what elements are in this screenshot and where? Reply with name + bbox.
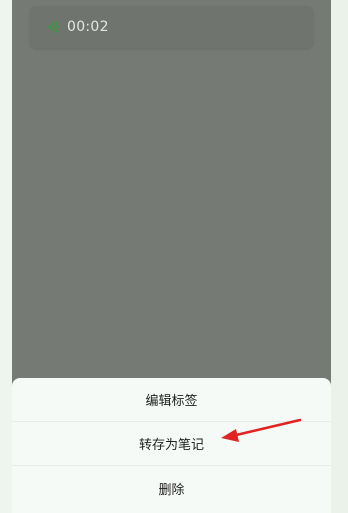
voice-note-card[interactable]: 00:02	[30, 6, 313, 48]
action-sheet: 编辑标签 转存为笔记 删除	[12, 378, 331, 513]
save-as-note-button[interactable]: 转存为笔记	[12, 422, 331, 466]
voice-duration: 00:02	[67, 19, 109, 35]
voice-wave-icon	[47, 20, 61, 34]
edit-tags-button[interactable]: 编辑标签	[12, 378, 331, 422]
delete-button[interactable]: 删除	[12, 466, 331, 510]
background-strip	[331, 0, 348, 513]
